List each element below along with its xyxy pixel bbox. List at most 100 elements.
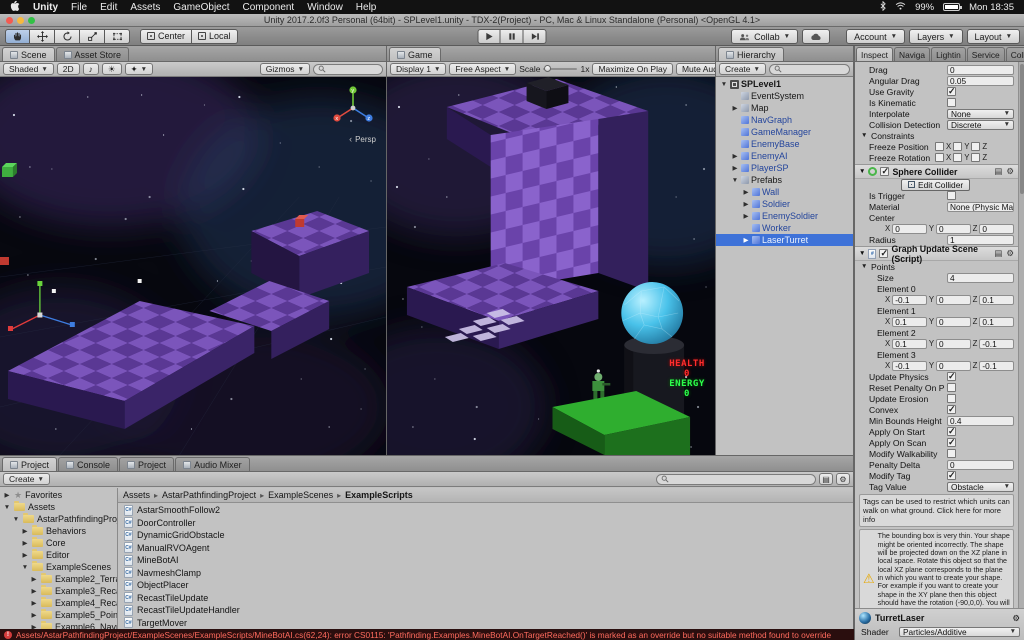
layout-dropdown[interactable]: Layout▼ [967,29,1020,44]
hierarchy-item-playersp[interactable]: ▶PlayerSP [716,162,853,174]
foldout-arrow[interactable]: ▼ [21,564,29,571]
project-tree-item-example5-pointgraph[interactable]: ▶Example5_PointGraph [0,609,117,621]
display-dropdown[interactable]: Display 1▼ [390,63,446,75]
edit-collider-button[interactable]: Edit Collider [901,179,970,191]
cloud-services-button[interactable] [802,29,830,44]
checkbox-convex[interactable] [947,405,956,414]
foldout-arrow[interactable]: ▶ [21,539,29,547]
value-field-penalty-delta[interactable]: 0 [947,460,1014,470]
game-viewport[interactable]: HEALTH 0 ENERGY 0 [387,77,715,455]
gear-icon[interactable]: ⚙ [1006,166,1014,177]
project-tree-item-example6-navmesh[interactable]: ▶Example6_Navmesh [0,621,117,629]
hierarchy-item-prefabs[interactable]: ▼Prefabs [716,174,853,186]
collab-button[interactable]: Collab▼ [731,29,798,44]
inspector-tab-collab[interactable]: Collab [1006,47,1024,61]
inspector-tab-service[interactable]: Service [967,47,1005,61]
hierarchy-scene-row[interactable]: ▼ SPLevel1 [716,78,853,90]
breadcrumb-astarpathfindingproject[interactable]: AstarPathfindingProject [162,490,256,500]
close-window-icon[interactable] [6,17,13,24]
pause-button[interactable] [501,29,524,44]
foldout-arrow[interactable]: ▶ [742,200,750,208]
foldout-arrow[interactable]: ▶ [30,575,38,583]
tab-scene[interactable]: Scene [2,47,55,61]
breadcrumb-examplescenes[interactable]: ExampleScenes [268,490,333,500]
project-search-input[interactable] [656,474,816,485]
gizmos-dropdown[interactable]: Gizmos▼ [260,63,310,75]
rect-tool-button[interactable] [105,29,130,44]
value-field-size[interactable]: 4 [947,273,1014,283]
project-tree-item-core[interactable]: ▶Core [0,537,117,549]
foldout-arrow[interactable]: ▶ [742,236,750,244]
project-tree-item-assets[interactable]: ▼Assets [0,501,117,513]
perspective-toggle[interactable]: ‹Persp [349,134,376,144]
foldout-arrow[interactable]: ▶ [21,551,29,559]
space-local-button[interactable]: Local [192,29,238,44]
foldout-arrow[interactable]: ▼ [861,263,869,270]
scene-audio-toggle[interactable]: ♪ [83,63,99,75]
vector-x-field[interactable]: -0.1 [892,361,927,371]
value-field-angular-drag[interactable]: 0.05 [947,76,1014,86]
vector-x-field[interactable]: 0 [892,224,927,234]
2d-toggle[interactable]: 2D [57,63,80,75]
asset-file-doorcontroller[interactable]: C#DoorController [118,517,853,530]
project-tree-item-astarpathfindingproject[interactable]: ▼AstarPathfindingProject [0,513,117,525]
menu-gameobject[interactable]: GameObject [173,2,229,13]
project-tree-item-favorites[interactable]: ▶★Favorites [0,489,117,501]
hierarchy-item-map[interactable]: ▶Map [716,102,853,114]
checkbox-freeze-rotation-z[interactable] [971,153,980,162]
tab-hierarchy[interactable]: Hierarchy [718,47,784,61]
foldout-arrow[interactable]: ▶ [731,152,739,160]
dropdown-interpolate[interactable]: None▼ [947,109,1014,119]
vector-y-field[interactable]: 0 [936,224,971,234]
project-tree-item-example2-terrain[interactable]: ▶Example2_Terrain [0,573,117,585]
tab-audio-mixer[interactable]: Audio Mixer [175,457,250,471]
account-dropdown[interactable]: Account▼ [846,29,905,44]
scene-viewport[interactable]: y x z ‹Persp [0,77,386,455]
maximize-window-icon[interactable] [28,17,35,24]
checkbox-freeze-position-z[interactable] [971,142,980,151]
component-header-graph-update-scene-script[interactable]: ▼#Graph Update Scene (Script)▤⚙ [855,246,1018,261]
lock-icon[interactable]: ⚙ [836,473,850,485]
play-button[interactable] [478,29,501,44]
move-tool-button[interactable] [30,29,55,44]
asset-file-minebotai[interactable]: C#MineBotAI [118,554,853,567]
checkbox-freeze-position-x[interactable] [935,142,944,151]
vector-y-field[interactable]: 0 [936,361,971,371]
project-tree-item-example3-recast-nav[interactable]: ▶Example3_Recast_Nav [0,585,117,597]
checkbox-use-gravity[interactable] [947,87,956,96]
project-tree-item-behaviors[interactable]: ▶Behaviors [0,525,117,537]
tab-console[interactable]: Console [58,457,118,471]
checkbox-update-physics[interactable] [947,372,956,381]
hierarchy-item-gamemanager[interactable]: GameManager [716,126,853,138]
vector-x-field[interactable]: 0.1 [892,339,927,349]
component-enabled-checkbox[interactable] [879,249,888,258]
hierarchy-item-enemyai[interactable]: ▶EnemyAI [716,150,853,162]
scale-slider-knob[interactable] [544,65,551,72]
vector-y-field[interactable]: 0 [936,317,971,327]
foldout-arrow[interactable]: ▼ [720,81,728,88]
component-enabled-checkbox[interactable] [880,167,889,176]
asset-file-navmeshclamp[interactable]: C#NavmeshClamp [118,567,853,580]
gear-icon[interactable]: ⚙ [1006,248,1014,259]
vector-z-field[interactable]: 0.1 [979,317,1014,327]
help-book-icon[interactable]: ▤ [994,166,1002,177]
foldout-arrow[interactable]: ▼ [859,168,865,175]
checkbox-reset-penalty-on-ph[interactable] [947,383,956,392]
rotate-tool-button[interactable] [55,29,80,44]
value-field-drag[interactable]: 0 [947,65,1014,75]
foldout-arrow[interactable]: ▶ [30,587,38,595]
vector-z-field[interactable]: -0.1 [979,361,1014,371]
hierarchy-item-wall[interactable]: ▶Wall [716,186,853,198]
aspect-dropdown[interactable]: Free Aspect▼ [449,63,516,75]
object-field-material[interactable]: None (Physic Material)⊙ [947,202,1014,212]
vector-y-field[interactable]: 0 [936,339,971,349]
scene-lighting-toggle[interactable]: ☀ [102,63,122,75]
checkbox-modify-tag[interactable] [947,471,956,480]
asset-file-recasttileupdatehandler[interactable]: C#RecastTileUpdateHandler [118,604,853,617]
value-field-min-bounds-height[interactable]: 0.4 [947,416,1014,426]
checkbox-update-erosion[interactable] [947,394,956,403]
checkbox-freeze-rotation-y[interactable] [953,153,962,162]
vector-z-field[interactable]: 0.1 [979,295,1014,305]
status-bar[interactable]: ! Assets/AstarPathfindingProject/Example… [0,629,854,640]
foldout-arrow[interactable]: ▼ [12,516,20,523]
